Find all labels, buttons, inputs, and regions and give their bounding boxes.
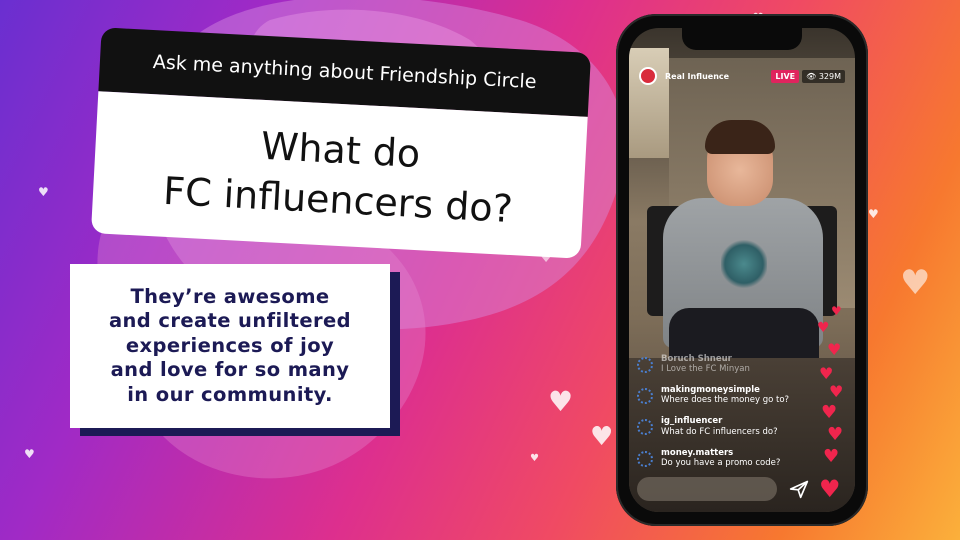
phone-notch	[682, 28, 802, 50]
heart-icon: ♥	[827, 340, 842, 359]
question-sticker: Ask me anything about Friendship Circle …	[90, 27, 592, 259]
comment-username[interactable]: Boruch Shneur	[661, 354, 750, 364]
heart-icon: ♥	[590, 422, 614, 452]
video-person-hair	[705, 120, 775, 154]
question-text: What do FC influencers do?	[90, 91, 588, 259]
heart-icon: ♥	[819, 364, 834, 383]
commenter-avatar[interactable]	[637, 357, 653, 373]
comment-item: makingmoneysimple Where does the money g…	[637, 385, 807, 406]
heart-icon: ♥	[829, 382, 844, 401]
heart-icon: ♥	[831, 304, 842, 318]
comment-text: Where does the money go to?	[661, 395, 790, 406]
comment-list: Boruch Shneur I Love the FC Minyan makin…	[637, 354, 807, 479]
comment-item: Boruch Shneur I Love the FC Minyan	[637, 354, 807, 375]
commenter-avatar[interactable]	[637, 450, 653, 467]
heart-icon: ♥	[24, 447, 35, 461]
comment-username[interactable]: makingmoneysimple	[661, 385, 789, 395]
like-heart-icon[interactable]: ♥	[819, 477, 841, 501]
viewer-count-value: 329M	[818, 71, 841, 81]
video-lamp	[629, 48, 669, 158]
answer-text: They’re awesome and create unfiltered ex…	[70, 264, 390, 428]
live-badge: LIVE	[771, 69, 800, 83]
commenter-avatar[interactable]	[637, 419, 653, 436]
floating-hearts: ♥ ♥ ♥ ♥ ♥ ♥ ♥ ♥	[817, 304, 847, 484]
comment-text: Do you have a promo code?	[661, 457, 781, 468]
heart-icon: ♥	[817, 320, 830, 336]
phone-mockup: Real Influence LIVE 👁 329M Boruch Shneur…	[616, 14, 868, 526]
viewer-count: 👁 329M	[802, 69, 845, 83]
host-name[interactable]: Real Influence	[665, 72, 771, 81]
heart-icon: ♥	[38, 185, 49, 199]
comment-text: What do FC influencers do?	[661, 426, 778, 437]
stream-top-bar: Real Influence LIVE 👁 329M	[639, 66, 845, 86]
heart-icon: ♥	[868, 207, 879, 221]
answer-card: They’re awesome and create unfiltered ex…	[70, 264, 400, 436]
stream-bottom-bar: ♥	[637, 476, 847, 502]
comment-item: money.matters Do you have a promo code?	[637, 448, 807, 469]
comment-username[interactable]: money.matters	[661, 448, 780, 458]
comment-username[interactable]: ig_influencer	[661, 416, 778, 426]
heart-icon: ♥	[548, 385, 574, 418]
heart-icon: ♥	[530, 453, 539, 464]
live-stream-screen: Real Influence LIVE 👁 329M Boruch Shneur…	[629, 28, 855, 512]
comment-item: ig_influencer What do FC influencers do?	[637, 416, 807, 437]
commenter-avatar[interactable]	[637, 388, 653, 405]
heart-icon: ♥	[827, 424, 844, 445]
send-icon[interactable]	[787, 477, 811, 501]
comment-text: I Love the FC Minyan	[661, 364, 750, 375]
heart-icon: ♥	[900, 263, 931, 303]
shirt-logo	[721, 238, 767, 290]
comment-input[interactable]	[637, 477, 777, 501]
host-avatar[interactable]	[639, 67, 657, 85]
heart-icon: ♥	[823, 446, 840, 467]
eye-icon: 👁	[806, 71, 817, 81]
heart-icon: ♥	[821, 402, 838, 423]
